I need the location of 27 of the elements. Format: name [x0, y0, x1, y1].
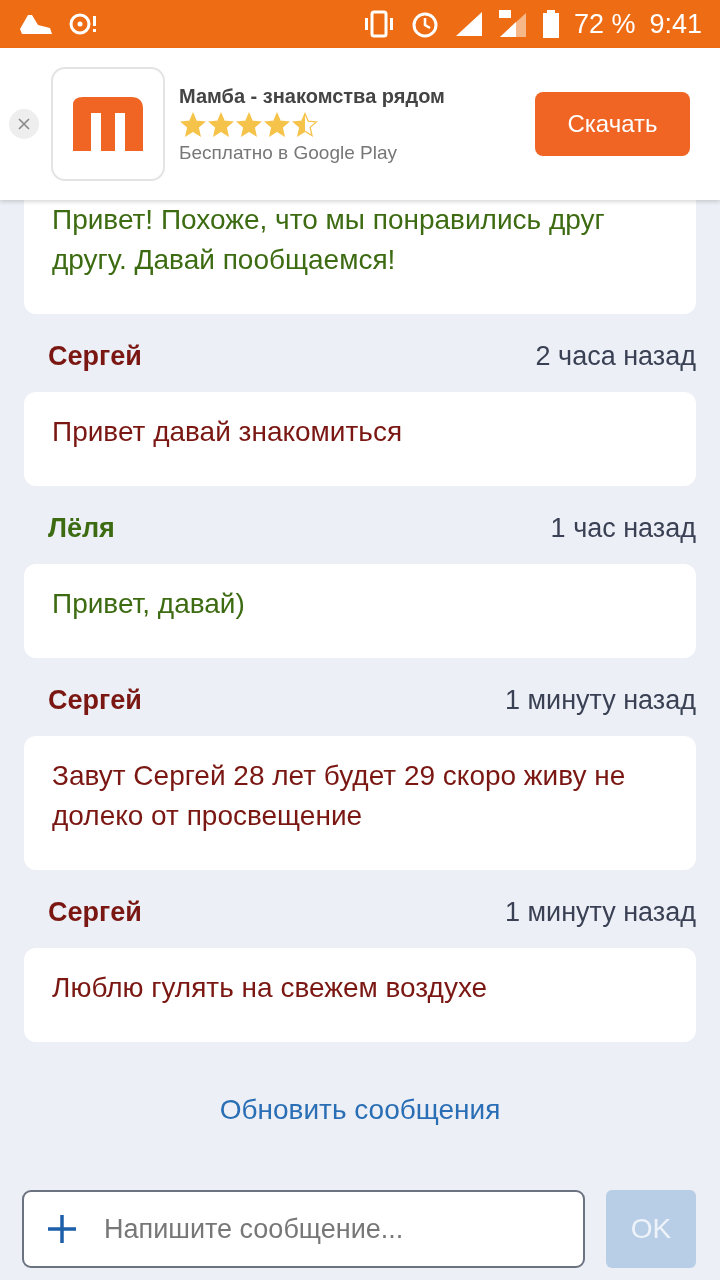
sender-name: Сергей — [48, 896, 142, 928]
message-time: 1 минуту назад — [504, 896, 696, 928]
disc-icon — [68, 11, 98, 37]
message-text: Привет давай знакомиться — [52, 415, 404, 449]
clock: 9:41 — [649, 8, 702, 40]
app-title: Мамба - знакомства рядом — [179, 84, 446, 108]
message-text: Привет! Похоже, что мы понравились друг другу. Давай пообщаемся! — [52, 203, 606, 277]
app-subtitle: Бесплатно в Google Play — [179, 141, 398, 164]
battery-icon — [541, 9, 560, 39]
message-time: 2 часа назад — [535, 340, 696, 372]
sender-name: Сергей — [48, 684, 142, 716]
sender-name: Лёля — [48, 512, 115, 544]
message-text: Привет, давай) — [52, 587, 246, 621]
battery-percent: 72 % — [573, 8, 636, 40]
plus-icon[interactable] — [46, 1213, 78, 1245]
close-icon[interactable] — [18, 118, 30, 130]
close-button[interactable] — [9, 109, 39, 139]
refresh-link[interactable]: Обновить сообщения — [219, 1094, 501, 1126]
download-button[interactable]: Скачать — [535, 92, 690, 156]
sender-name: Сергей — [48, 340, 142, 372]
signal-4g-icon — [497, 9, 528, 39]
message-text: Люблю гулять на свежем воздухе — [52, 971, 489, 1005]
message-time: 1 час назад — [550, 512, 696, 544]
message-time: 1 минуту назад — [504, 684, 696, 716]
message-text: Завут Сергей 28 лет будет 29 скоро живу не долеко от просвещение — [52, 759, 627, 833]
app-logo-icon — [51, 67, 165, 181]
message-field[interactable]: Напишите сообщение... — [22, 1190, 585, 1268]
